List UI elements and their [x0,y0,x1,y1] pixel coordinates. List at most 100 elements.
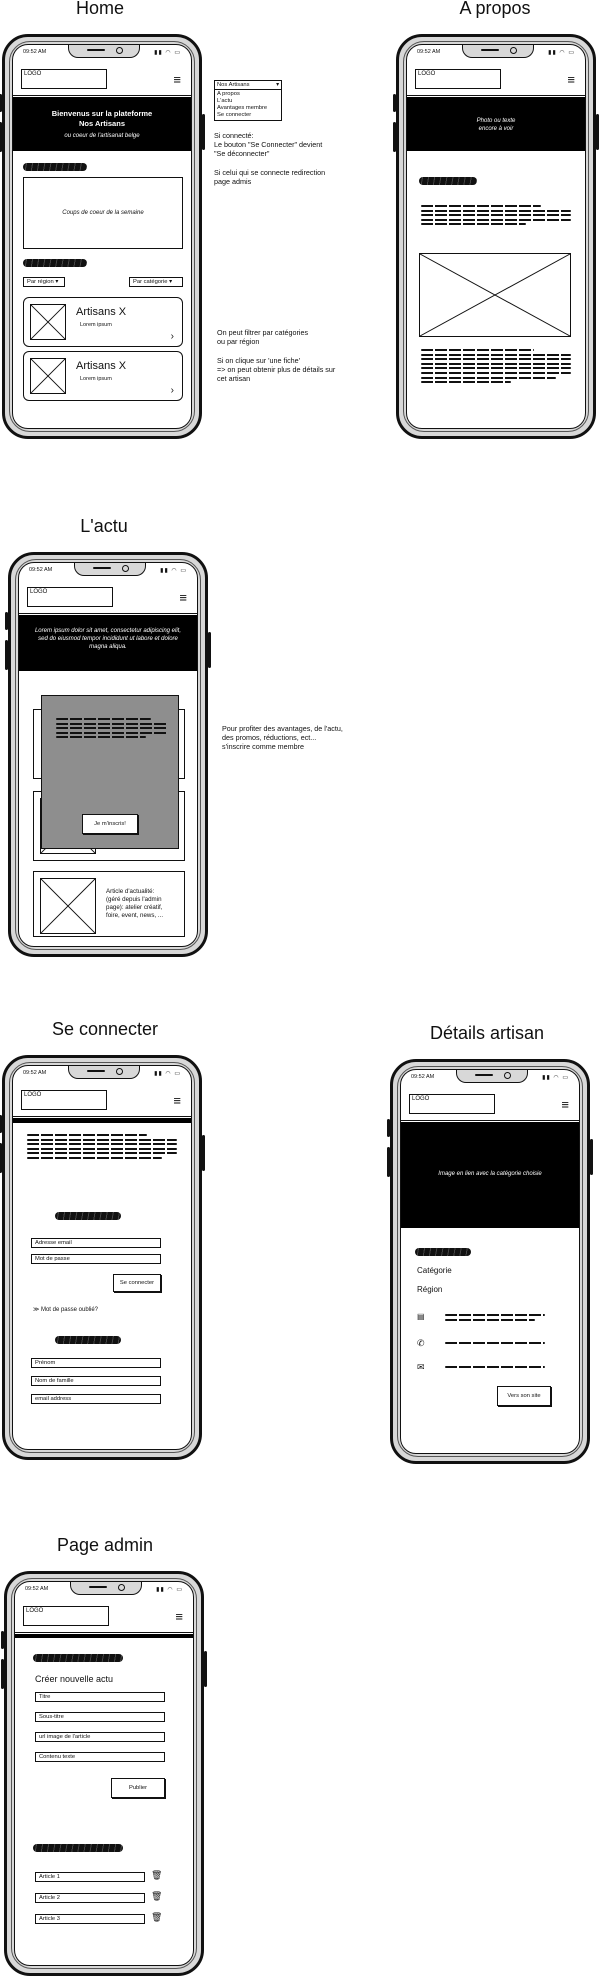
hero-subtitle: ou coeur de l'artisanat belge [64,133,140,139]
signal-wifi-battery-icon: ▮▮ ◠ ▭ [154,50,181,56]
phone-connecter: 09:52 AM ▮▮ ◠ ▭ LOGO ≡ Adresse email Mot … [0,1055,205,1460]
hamburger-menu-icon[interactable]: ≡ [173,1094,181,1107]
trash-icon[interactable]: 🗑 [151,1870,162,1881]
category-label: Catégorie [417,1266,452,1275]
signal-wifi-battery-icon: ▮▮ ◠ ▭ [156,1587,183,1593]
hamburger-menu-icon[interactable]: ≡ [567,73,575,86]
article-row[interactable]: Article 1 [35,1872,145,1882]
title-admin: Page admin [56,1535,154,1555]
title-apropos: A propos [459,0,531,18]
menu-item-connecter[interactable]: Se connecter [217,112,279,119]
title-field[interactable]: Titre [35,1692,165,1702]
artisan-card[interactable]: Artisans X Lorem ipsum › [23,297,183,347]
modal-text-lines [56,718,168,741]
lastname-field[interactable]: Nom de famille [31,1376,161,1386]
artisan-card[interactable]: Artisans X Lorem ipsum › [23,351,183,401]
signup-email-field[interactable]: email address [31,1394,161,1404]
status-time: 09:52 AM [411,1074,435,1080]
screen-admin: 09:52 AM ▮▮ ◠ ▭ LOGO ≡ Créer nouvelle act… [14,1581,194,1966]
signup-button[interactable]: Je m'inscris! [82,814,138,834]
filter-category-select[interactable]: Par catégorie ▾ [129,277,183,287]
status-time: 09:52 AM [23,49,47,55]
hamburger-menu-icon[interactable]: ≡ [561,1098,569,1111]
visit-website-button[interactable]: Vers son site [497,1386,551,1406]
password-field[interactable]: Mot de passe [31,1254,161,1264]
chevron-down-icon: ▾ [55,279,59,285]
section-heading-scribble-2 [23,259,87,267]
hero-banner: Photo ou texte encore à voir [407,97,585,151]
membership-modal[interactable]: Je m'inscris! [41,695,179,849]
phone-admin: 09:52 AM ▮▮ ◠ ▭ LOGO ≡ Créer nouvelle act… [1,1571,207,1976]
logo[interactable]: LOGO [409,1094,495,1114]
title-lactu: L'actu [80,516,128,536]
section-heading-scribble-2 [33,1844,123,1852]
status-time: 09:52 AM [29,567,53,573]
image-placeholder [40,878,96,934]
article-description: Article d'actualité: (géré depuis l'admi… [106,888,164,919]
image-placeholder [30,358,66,394]
publish-button[interactable]: Publier [111,1778,165,1798]
logo[interactable]: LOGO [27,587,113,607]
logo[interactable]: LOGO [21,1090,107,1110]
hero-banner: Lorem ipsum dolor sit amet, consectetur … [19,615,197,671]
note-connect: Si connecté: Le bouton "Se Connecter" de… [214,131,323,158]
chevron-right-icon: › [170,331,174,342]
chevron-down-icon: ▾ [169,279,173,285]
article-card[interactable]: Article d'actualité: (géré depuis l'admi… [33,871,185,937]
hamburger-menu-icon[interactable]: ≡ [173,73,181,86]
menu-item-avantages[interactable]: Avantages membre [217,105,279,112]
hero-title-1: Bienvenus sur la plateforme [51,109,153,118]
contact-card-icon: ▤ [417,1312,425,1321]
hero-line-2: encore à voir [478,126,514,132]
note-redirect: Si celui qui se connecte redirection pag… [214,168,326,186]
envelope-icon: ✉ [417,1362,425,1372]
subtitle-field[interactable]: Sous-titre [35,1712,165,1722]
image-placeholder [30,304,66,340]
card-sub: Lorem ipsum [80,376,112,382]
forgot-password-link[interactable]: ≫ Mot de passe oublié? [33,1306,98,1313]
email-field[interactable]: Adresse email [31,1238,161,1248]
region-label: Région [417,1285,443,1294]
featured-box[interactable]: Coups de coeur de la semaine [23,177,183,249]
signal-wifi-battery-icon: ▮▮ ◠ ▭ [542,1075,569,1081]
hamburger-menu-icon[interactable]: ≡ [175,1610,183,1623]
menu-item-apropos[interactable]: A propos [217,91,279,98]
menu-item-lactu[interactable]: L'actu [217,98,279,105]
hamburger-menu-icon[interactable]: ≡ [179,591,187,604]
section-heading-scribble [23,163,87,171]
image-url-field[interactable]: url image de l'article [35,1732,165,1742]
article-row[interactable]: Article 2 [35,1893,145,1903]
signal-wifi-battery-icon: ▮▮ ◠ ▭ [154,1071,181,1077]
section-heading-scribble [419,177,477,185]
image-placeholder [419,253,571,337]
note-fiche: Si on clique sur 'une fiche' => on peut … [217,356,336,383]
login-button[interactable]: Se connecter [113,1274,161,1292]
create-news-heading: Créer nouvelle actu [35,1674,114,1684]
screen-lactu: 09:52 AM ▮▮ ◠ ▭ LOGO ≡ Lorem ipsum dolor … [18,562,198,947]
text-lines [421,205,571,228]
chevron-right-icon: › [170,385,174,396]
artisan-name-scribble [415,1248,471,1256]
double-chevron-icon: ≫ [33,1307,40,1313]
note-filter: On peut filtrer par catégories ou par ré… [217,328,309,346]
article-row[interactable]: Article 3 [35,1914,145,1924]
filter-region-select[interactable]: Par région ▾ [23,277,65,287]
note-member: Pour profiter des avantages, de l'actu, … [222,724,343,751]
trash-icon[interactable]: 🗑 [151,1891,162,1902]
status-time: 09:52 AM [417,49,441,55]
logo[interactable]: LOGO [415,69,501,89]
logo[interactable]: LOGO [23,1606,109,1626]
hero-text: Lorem ipsum dolor sit amet, consectetur … [34,628,182,650]
logo[interactable]: LOGO [21,69,107,89]
nav-dropdown[interactable]: Nos Artisans ▾ A propos L'actu Avantages… [214,80,282,121]
section-heading-scribble [55,1212,121,1220]
firstname-field[interactable]: Prénom [31,1358,161,1368]
content-field[interactable]: Contenu texte [35,1752,165,1762]
section-heading-scribble [33,1654,123,1662]
phone-home: 09:52 AM ▮▮ ◠ ▭ LOGO ≡ Bienvenus sur la p… [0,34,205,439]
title-details: Détails artisan [429,1023,545,1043]
trash-icon[interactable]: 🗑 [151,1912,162,1923]
screen-connecter: 09:52 AM ▮▮ ◠ ▭ LOGO ≡ Adresse email Mot … [12,1065,192,1450]
signal-wifi-battery-icon: ▮▮ ◠ ▭ [160,568,187,574]
screen-apropos: 09:52 AM ▮▮ ◠ ▭ LOGO ≡ Photo ou texte enc… [406,44,586,429]
